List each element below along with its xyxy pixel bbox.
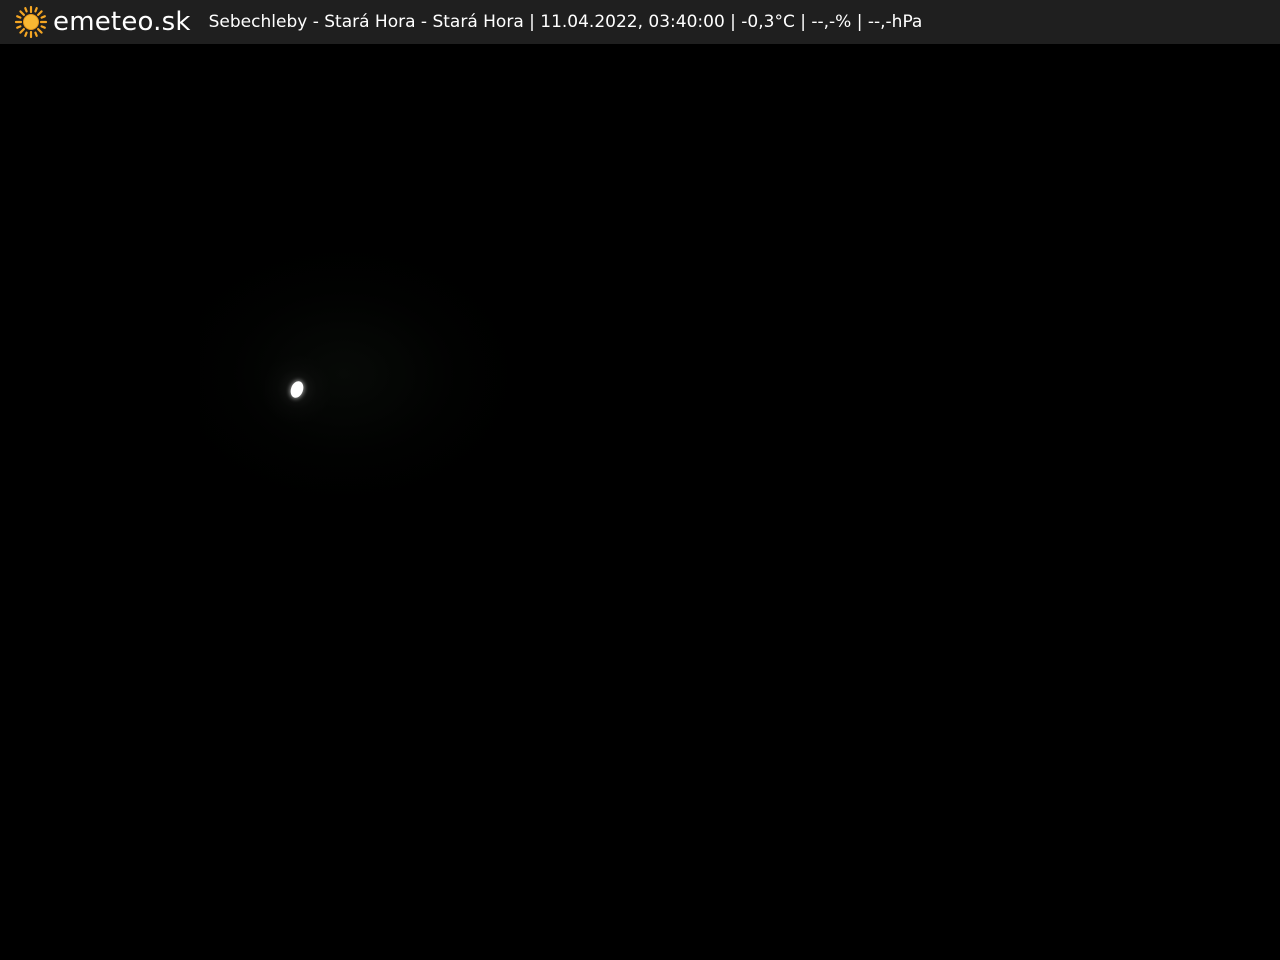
brand-name: emeteo.sk (53, 7, 191, 37)
webcam-caption: Sebechleby - Stará Hora - Stará Hora | 1… (208, 12, 923, 32)
brand[interactable]: emeteo.sk (14, 0, 191, 44)
webcam-image (0, 44, 1280, 960)
sun-icon (14, 5, 48, 39)
top-bar: emeteo.sk Sebechleby - Stará Hora - Star… (0, 0, 1280, 44)
night-haze (200, 244, 520, 504)
webcam-frame: emeteo.sk Sebechleby - Stará Hora - Star… (0, 0, 1280, 960)
